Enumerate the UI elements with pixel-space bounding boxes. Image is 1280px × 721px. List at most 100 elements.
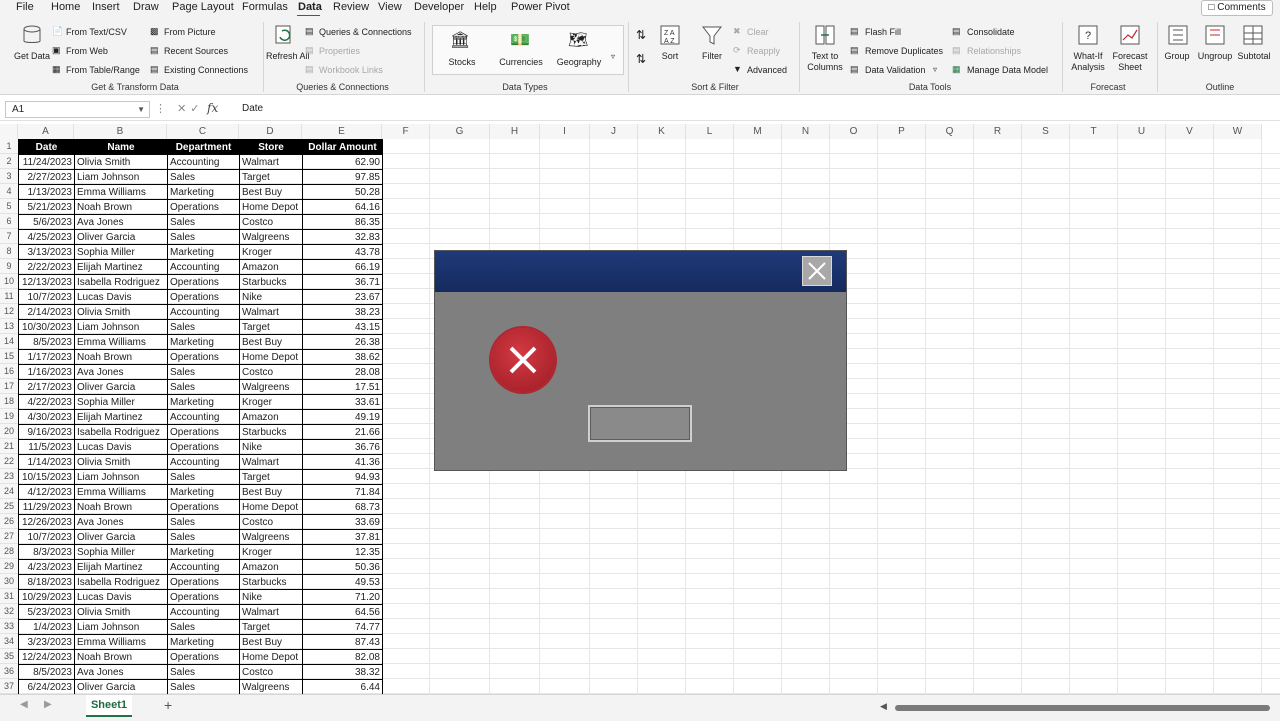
table-cell[interactable]: 66.19 bbox=[302, 259, 383, 275]
table-cell[interactable]: Oliver Garcia bbox=[74, 229, 168, 245]
table-cell[interactable]: Oliver Garcia bbox=[74, 529, 168, 545]
column-header[interactable]: K bbox=[638, 124, 686, 139]
row-header[interactable]: 29 bbox=[0, 559, 18, 574]
table-cell[interactable]: 2/14/2023 bbox=[18, 304, 75, 320]
table-cell[interactable]: Sophia Miller bbox=[74, 244, 168, 260]
reapply-button[interactable]: Reapply bbox=[747, 46, 780, 56]
filter-button[interactable]: Filter bbox=[697, 51, 727, 61]
table-cell[interactable]: Ava Jones bbox=[74, 364, 168, 380]
tab-data[interactable]: Data bbox=[298, 1, 322, 13]
tab-insert[interactable]: Insert bbox=[92, 1, 120, 13]
table-cell[interactable]: Ava Jones bbox=[74, 514, 168, 530]
table-cell[interactable]: Sales bbox=[167, 679, 240, 694]
column-header[interactable]: J bbox=[590, 124, 638, 139]
table-cell[interactable]: 38.32 bbox=[302, 664, 383, 680]
column-header[interactable]: Q bbox=[926, 124, 974, 139]
geography-button[interactable]: Geography bbox=[554, 57, 604, 67]
row-header[interactable]: 14 bbox=[0, 334, 18, 349]
table-cell[interactable]: Accounting bbox=[167, 454, 240, 470]
table-cell[interactable]: 1/13/2023 bbox=[18, 184, 75, 200]
table-cell[interactable]: Sales bbox=[167, 319, 240, 335]
row-header[interactable]: 5 bbox=[0, 199, 18, 214]
from-text-csv-button[interactable]: From Text/CSV bbox=[66, 27, 127, 37]
table-cell[interactable]: 12.35 bbox=[302, 544, 383, 560]
table-cell[interactable]: 43.15 bbox=[302, 319, 383, 335]
column-header[interactable]: N bbox=[782, 124, 830, 139]
clear-button[interactable]: Clear bbox=[747, 27, 769, 37]
existing-connections-button[interactable]: Existing Connections bbox=[164, 65, 248, 75]
table-cell[interactable]: Accounting bbox=[167, 409, 240, 425]
table-cell[interactable]: Emma Williams bbox=[74, 634, 168, 650]
table-cell[interactable]: 12/13/2023 bbox=[18, 274, 75, 290]
row-header[interactable]: 21 bbox=[0, 439, 18, 454]
row-header[interactable]: 32 bbox=[0, 604, 18, 619]
table-cell[interactable]: 1/17/2023 bbox=[18, 349, 75, 365]
chevron-down-icon[interactable]: ▼ bbox=[137, 102, 145, 117]
row-header[interactable]: 13 bbox=[0, 319, 18, 334]
table-cell[interactable]: Ava Jones bbox=[74, 664, 168, 680]
table-cell[interactable]: Lucas Davis bbox=[74, 439, 168, 455]
table-cell[interactable]: 4/22/2023 bbox=[18, 394, 75, 410]
table-cell[interactable]: Operations bbox=[167, 199, 240, 215]
table-cell[interactable]: 11/5/2023 bbox=[18, 439, 75, 455]
row-header[interactable]: 15 bbox=[0, 349, 18, 364]
table-cell[interactable]: 1/14/2023 bbox=[18, 454, 75, 470]
table-cell[interactable]: 36.71 bbox=[302, 274, 383, 290]
table-cell[interactable]: Emma Williams bbox=[74, 184, 168, 200]
table-cell[interactable]: Operations bbox=[167, 649, 240, 665]
column-header[interactable]: F bbox=[382, 124, 430, 139]
table-cell[interactable]: Home Depot bbox=[239, 199, 303, 215]
table-header-cell[interactable]: Name bbox=[74, 139, 168, 155]
table-cell[interactable]: Target bbox=[239, 169, 303, 185]
table-cell[interactable]: 64.16 bbox=[302, 199, 383, 215]
table-cell[interactable]: 10/7/2023 bbox=[18, 289, 75, 305]
table-cell[interactable]: 82.08 bbox=[302, 649, 383, 665]
tab-power-pivot[interactable]: Power Pivot bbox=[511, 1, 570, 13]
table-cell[interactable]: 4/12/2023 bbox=[18, 484, 75, 500]
table-cell[interactable]: Isabella Rodriguez bbox=[74, 424, 168, 440]
table-cell[interactable]: Nike bbox=[239, 439, 303, 455]
data-validation-button[interactable]: Data Validation bbox=[865, 65, 925, 75]
table-cell[interactable]: Walmart bbox=[239, 604, 303, 620]
table-cell[interactable]: Sales bbox=[167, 664, 240, 680]
forecast-sheet-button[interactable]: Forecast Sheet bbox=[1110, 51, 1150, 73]
row-header[interactable]: 37 bbox=[0, 679, 18, 694]
table-cell[interactable]: 1/4/2023 bbox=[18, 619, 75, 635]
row-header[interactable]: 17 bbox=[0, 379, 18, 394]
currencies-button[interactable]: Currencies bbox=[496, 57, 546, 67]
table-cell[interactable]: 5/23/2023 bbox=[18, 604, 75, 620]
table-cell[interactable]: Best Buy bbox=[239, 634, 303, 650]
tab-developer[interactable]: Developer bbox=[414, 1, 464, 13]
table-cell[interactable]: Best Buy bbox=[239, 334, 303, 350]
subtotal-button[interactable]: Subtotal bbox=[1236, 51, 1272, 61]
table-cell[interactable]: 12/24/2023 bbox=[18, 649, 75, 665]
advanced-button[interactable]: Advanced bbox=[747, 65, 787, 75]
table-cell[interactable]: 49.53 bbox=[302, 574, 383, 590]
table-cell[interactable]: Target bbox=[239, 319, 303, 335]
row-header[interactable]: 7 bbox=[0, 229, 18, 244]
from-web-button[interactable]: From Web bbox=[66, 46, 108, 56]
column-header[interactable]: I bbox=[540, 124, 590, 139]
table-cell[interactable]: 10/29/2023 bbox=[18, 589, 75, 605]
remove-duplicates-button[interactable]: Remove Duplicates bbox=[865, 46, 943, 56]
table-cell[interactable]: Marketing bbox=[167, 244, 240, 260]
column-header[interactable]: T bbox=[1070, 124, 1118, 139]
table-cell[interactable]: 3/13/2023 bbox=[18, 244, 75, 260]
table-cell[interactable]: Olivia Smith bbox=[74, 604, 168, 620]
table-cell[interactable]: Marketing bbox=[167, 184, 240, 200]
table-cell[interactable]: 11/24/2023 bbox=[18, 154, 75, 170]
properties-button[interactable]: Properties bbox=[319, 46, 360, 56]
table-cell[interactable]: Olivia Smith bbox=[74, 454, 168, 470]
table-cell[interactable]: Walgreens bbox=[239, 679, 303, 694]
table-cell[interactable]: Starbucks bbox=[239, 574, 303, 590]
row-header[interactable]: 30 bbox=[0, 574, 18, 589]
table-cell[interactable]: Liam Johnson bbox=[74, 619, 168, 635]
row-header[interactable]: 31 bbox=[0, 589, 18, 604]
table-cell[interactable]: 2/17/2023 bbox=[18, 379, 75, 395]
table-cell[interactable]: Home Depot bbox=[239, 349, 303, 365]
row-header[interactable]: 18 bbox=[0, 394, 18, 409]
row-header[interactable]: 2 bbox=[0, 154, 18, 169]
table-cell[interactable]: Sales bbox=[167, 379, 240, 395]
table-cell[interactable]: Costco bbox=[239, 364, 303, 380]
scroll-left-icon[interactable]: ◀ bbox=[20, 699, 28, 710]
